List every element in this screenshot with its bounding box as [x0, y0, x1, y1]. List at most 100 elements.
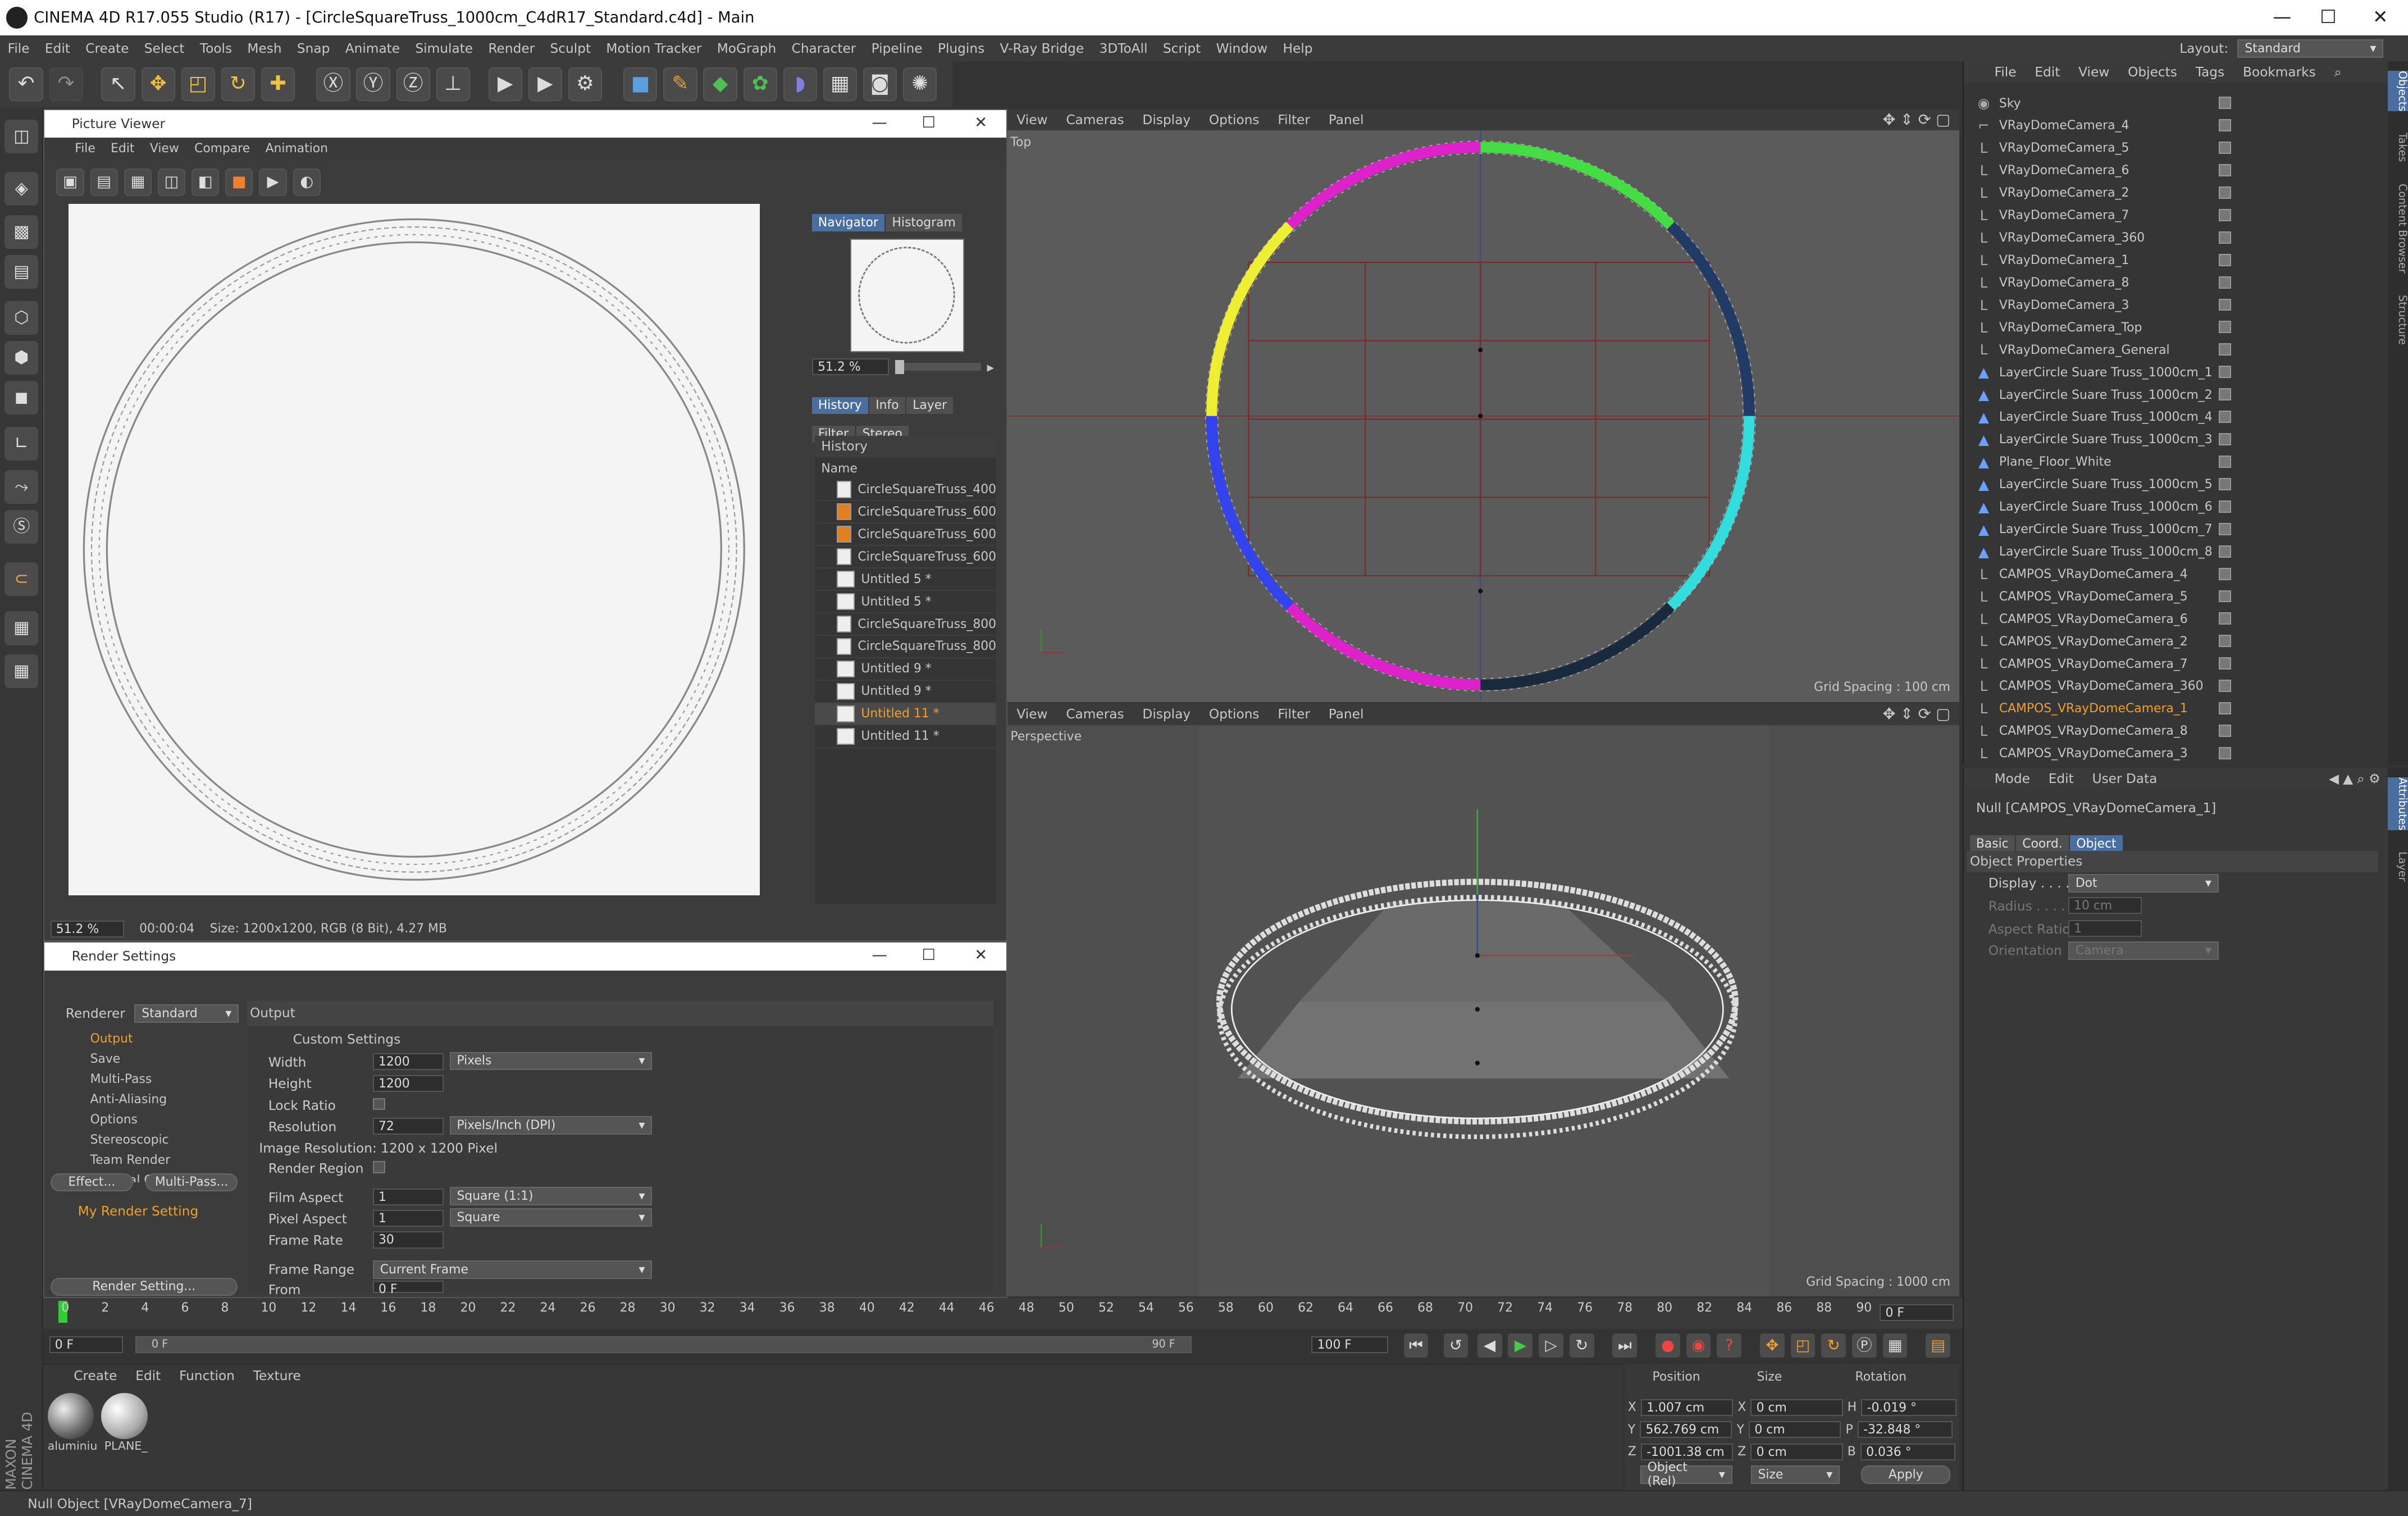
history-item[interactable]: CircleSquareTruss_600: [815, 523, 997, 547]
filter-icon[interactable]: ◐: [293, 169, 321, 197]
attr-tab-object[interactable]: Object: [2070, 835, 2123, 853]
visibility-toggle[interactable]: [2218, 142, 2231, 154]
record-icon[interactable]: ●: [1656, 1333, 1680, 1358]
floor-icon[interactable]: ▦: [823, 67, 857, 102]
search-icon[interactable]: ⌕: [2334, 65, 2342, 80]
key-scale-icon[interactable]: ◰: [1790, 1333, 1816, 1358]
pvp-menu-display[interactable]: Display: [1142, 707, 1191, 722]
pvp-menu-panel[interactable]: Panel: [1329, 707, 1364, 722]
visibility-toggle[interactable]: [2218, 321, 2231, 334]
effect-button[interactable]: Effect...: [50, 1173, 134, 1192]
history-item[interactable]: Untitled 5 *: [815, 591, 997, 614]
pvp-menu-options[interactable]: Options: [1209, 707, 1260, 722]
attr-menu-mode[interactable]: Mode: [1995, 771, 2030, 786]
workplane-lock-icon[interactable]: ▦: [4, 611, 39, 645]
visibility-toggle[interactable]: [2218, 635, 2231, 648]
history-item[interactable]: CircleSquareTruss_600: [815, 501, 997, 524]
object-row[interactable]: ▲ LayerCircle Suare Truss_1000cm_7: [1964, 518, 2375, 541]
om-menu-objects[interactable]: Objects: [2128, 65, 2177, 80]
rs-item-antialiasing[interactable]: Anti-Aliasing: [47, 1089, 231, 1109]
rotation-h-field[interactable]: -0.019 °: [1861, 1399, 1956, 1416]
object-row[interactable]: ▲ LayerCircle Suare Truss_1000cm_6: [1964, 496, 2375, 518]
go-to-start-icon[interactable]: ⏮: [1403, 1333, 1429, 1358]
tab-layer[interactable]: Layer: [906, 397, 954, 415]
pv-menu-file[interactable]: File: [75, 142, 95, 156]
object-row[interactable]: L VRayDomeCamera_2: [1964, 182, 2375, 204]
start-frame-field[interactable]: 0 F: [49, 1336, 123, 1354]
object-row[interactable]: L VRayDomeCamera_Top: [1964, 316, 2375, 339]
menu-motion-tracker[interactable]: Motion Tracker: [599, 41, 709, 56]
my-render-setting[interactable]: My Render Setting: [78, 1204, 198, 1219]
object-row[interactable]: ◉ Sky: [1964, 92, 2375, 115]
pv-menu-edit[interactable]: Edit: [111, 142, 134, 156]
om-menu-edit[interactable]: Edit: [2035, 65, 2060, 80]
visibility-toggle[interactable]: [2218, 208, 2231, 221]
visibility-toggle[interactable]: [2218, 343, 2231, 356]
visibility-toggle[interactable]: [2218, 590, 2231, 603]
visibility-toggle[interactable]: [2218, 680, 2231, 693]
keyframe-selection-icon[interactable]: ?: [1717, 1333, 1742, 1358]
render-region-checkbox[interactable]: [372, 1160, 385, 1173]
menu-character[interactable]: Character: [784, 41, 864, 56]
pv-menu-view[interactable]: View: [150, 142, 179, 156]
zoom-slider[interactable]: [895, 359, 981, 374]
tab-info[interactable]: Info: [869, 397, 905, 415]
object-row[interactable]: L VRayDomeCamera_7: [1964, 204, 2375, 227]
key-pla-icon[interactable]: ▦: [1882, 1333, 1908, 1358]
z-axis-icon[interactable]: Ⓩ: [396, 67, 430, 102]
side-tab-objects[interactable]: Objects: [2387, 70, 2408, 112]
rs-item-team-render[interactable]: Team Render: [47, 1150, 231, 1170]
side-tab-structure[interactable]: Structure: [2388, 295, 2408, 345]
position-x-field[interactable]: 1.007 cm: [1640, 1399, 1734, 1416]
visibility-toggle[interactable]: [2218, 702, 2231, 715]
visibility-toggle[interactable]: [2218, 657, 2231, 670]
rotation-b-field[interactable]: 0.036 °: [1860, 1443, 1956, 1460]
menu-script[interactable]: Script: [1155, 41, 1208, 56]
key-position-icon[interactable]: ✥: [1759, 1333, 1785, 1358]
render-picture-viewer-icon[interactable]: ▶: [528, 67, 562, 102]
pvp-menu-cameras[interactable]: Cameras: [1066, 707, 1124, 722]
timeline-window-icon[interactable]: ▤: [1926, 1333, 1951, 1358]
play-icon[interactable]: ▶: [1508, 1333, 1533, 1358]
side-tab-content-browser[interactable]: Content Browser: [2388, 184, 2408, 274]
texture-mode-icon[interactable]: ▩: [4, 215, 39, 249]
object-row-selected[interactable]: L CAMPOS_VRayDomeCamera_1: [1964, 698, 2375, 720]
material-swatch[interactable]: PLANE_: [101, 1392, 150, 1453]
undo-icon[interactable]: ↶: [9, 67, 43, 102]
pvp-menu-filter[interactable]: Filter: [1278, 707, 1310, 722]
grid-icon[interactable]: ▦: [4, 654, 39, 689]
move-icon[interactable]: ✥: [141, 67, 175, 102]
menu-3dtoall[interactable]: 3DToAll: [1092, 41, 1155, 56]
visibility-toggle[interactable]: [2218, 164, 2231, 176]
visibility-toggle[interactable]: [2218, 456, 2231, 468]
object-row[interactable]: ▲ LayerCircle Suare Truss_1000cm_3: [1964, 429, 2375, 451]
rotation-p-field[interactable]: -32.848 °: [1857, 1421, 1953, 1438]
visibility-toggle[interactable]: [2218, 433, 2231, 445]
object-row[interactable]: L VRayDomeCamera_5: [1964, 137, 2375, 160]
history-item[interactable]: CircleSquareTruss_800: [815, 613, 997, 636]
object-row[interactable]: L VRayDomeCamera_3: [1964, 294, 2375, 316]
next-key-icon[interactable]: ↻: [1569, 1333, 1594, 1358]
rs-item-multipass[interactable]: Multi-Pass: [47, 1069, 231, 1089]
light-icon[interactable]: ✺: [903, 67, 937, 102]
visibility-toggle[interactable]: [2218, 276, 2231, 289]
cloner-icon[interactable]: ✿: [743, 67, 777, 102]
object-row[interactable]: L CAMPOS_VRayDomeCamera_8: [1964, 720, 2375, 743]
menu-help[interactable]: Help: [1275, 41, 1320, 56]
snap-icon[interactable]: Ⓢ: [4, 509, 39, 544]
menu-snap[interactable]: Snap: [289, 41, 338, 56]
workplane-icon[interactable]: ▤: [4, 254, 39, 289]
pv-menu-animation[interactable]: Animation: [266, 142, 328, 156]
ab-compare-icon[interactable]: ◧: [191, 169, 220, 197]
key-rotation-icon[interactable]: ↻: [1821, 1333, 1846, 1358]
visibility-toggle[interactable]: [2218, 522, 2231, 535]
rs-maximize-button[interactable]: ☐: [904, 943, 954, 970]
autokey-icon[interactable]: ◉: [1686, 1333, 1711, 1358]
visibility-toggle[interactable]: [2218, 747, 2231, 759]
coord-mode-dropdown[interactable]: Object (Rel) ▾: [1640, 1460, 1732, 1488]
visibility-toggle[interactable]: [2218, 725, 2231, 737]
points-mode-icon[interactable]: ⬡: [4, 301, 39, 335]
history-item[interactable]: Untitled 9 *: [815, 681, 997, 703]
key-param-icon[interactable]: Ⓟ: [1852, 1333, 1877, 1358]
object-row[interactable]: L CAMPOS_VRayDomeCamera_3: [1964, 743, 2375, 765]
